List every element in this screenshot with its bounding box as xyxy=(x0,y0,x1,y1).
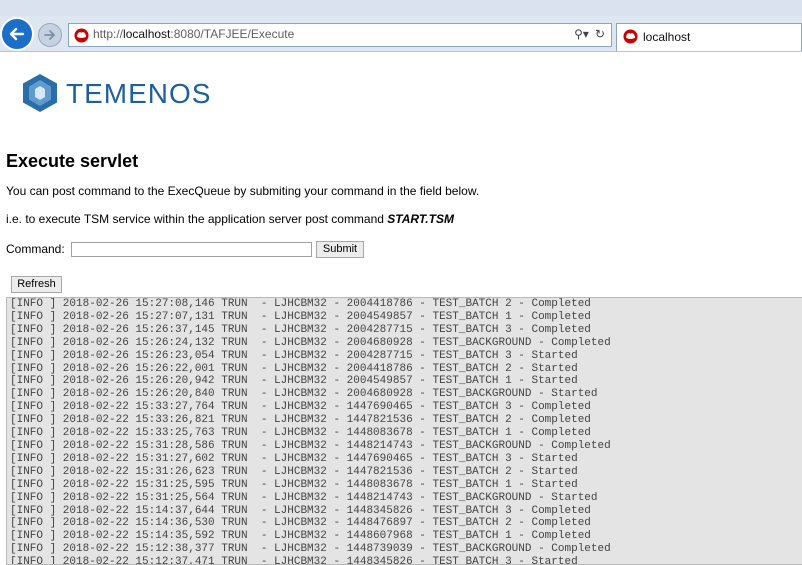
example-text: i.e. to execute TSM service within the a… xyxy=(6,212,454,226)
address-bar[interactable]: http://localhost:8080/TAFJEE/Execute ⚲▾ … xyxy=(68,23,612,47)
log-line: [INFO ] 2018-02-26 15:26:20,840 TRUN - L… xyxy=(10,388,598,401)
log-line: [INFO ] 2018-02-22 15:33:27,764 TRUN - L… xyxy=(10,401,591,414)
refresh-button[interactable]: Refresh xyxy=(11,276,62,293)
log-line: [INFO ] 2018-02-22 15:12:38,377 TRUN - L… xyxy=(10,543,611,556)
address-url[interactable]: http://localhost:8080/TAFJEE/Execute xyxy=(93,27,294,41)
page-title: Execute servlet xyxy=(6,151,139,171)
log-line: [INFO ] 2018-02-26 15:26:24,132 TRUN - L… xyxy=(10,336,611,349)
url-prefix: http:// xyxy=(93,27,124,41)
address-bar-icons: ⚲▾ ↻ xyxy=(574,27,605,41)
log-line: [INFO ] 2018-02-26 15:27:07,131 TRUN - L… xyxy=(10,310,591,323)
log-line: [INFO ] 2018-02-22 15:33:25,763 TRUN - L… xyxy=(10,427,591,440)
browser-chrome: http://localhost:8080/TAFJEE/Execute ⚲▾ … xyxy=(0,0,802,52)
log-line: [INFO ] 2018-02-22 15:14:37,644 TRUN - L… xyxy=(10,504,591,517)
url-host: localhost xyxy=(123,27,171,41)
brand-name: TEMENOS xyxy=(66,78,212,109)
log-line: [INFO ] 2018-02-22 15:12:37,471 TRUN - L… xyxy=(10,556,578,565)
forward-button[interactable] xyxy=(38,23,62,47)
log-line: [INFO ] 2018-02-22 15:33:26,821 TRUN - L… xyxy=(10,414,591,427)
submit-button[interactable]: Submit xyxy=(316,241,364,258)
redhat-favicon-icon xyxy=(74,28,89,43)
log-output[interactable]: [INFO ] 2018-02-26 15:27:08,146 TRUN - L… xyxy=(6,297,802,565)
intro-text: You can post command to the ExecQueue by… xyxy=(6,184,480,198)
log-line: [INFO ] 2018-02-22 15:14:35,592 TRUN - L… xyxy=(10,530,591,543)
back-arrow-icon xyxy=(9,27,25,41)
log-line: [INFO ] 2018-02-26 15:26:23,054 TRUN - L… xyxy=(10,349,578,362)
search-icon[interactable]: ⚲▾ xyxy=(574,27,589,41)
log-line: [INFO ] 2018-02-26 15:27:08,146 TRUN - L… xyxy=(10,298,591,310)
temenos-logo-icon xyxy=(23,74,57,112)
command-label: Command: xyxy=(6,242,65,256)
log-line: [INFO ] 2018-02-26 15:26:20,942 TRUN - L… xyxy=(10,375,578,388)
forward-arrow-icon xyxy=(44,30,55,40)
example-prefix: i.e. to execute TSM service within the a… xyxy=(6,212,388,226)
refresh-icon[interactable]: ↻ xyxy=(595,27,605,41)
browser-top-strip xyxy=(0,0,802,16)
redhat-favicon-icon xyxy=(623,29,638,44)
log-line: [INFO ] 2018-02-22 15:31:25,595 TRUN - L… xyxy=(10,478,578,491)
log-line: [INFO ] 2018-02-22 15:31:26,623 TRUN - L… xyxy=(10,465,578,478)
back-button[interactable] xyxy=(0,17,34,51)
url-rest: :8080/TAFJEE/Execute xyxy=(170,27,295,41)
command-input[interactable] xyxy=(71,242,312,257)
log-line: [INFO ] 2018-02-22 15:31:28,586 TRUN - L… xyxy=(10,439,611,452)
log-line: [INFO ] 2018-02-22 15:31:25,564 TRUN - L… xyxy=(10,491,598,504)
log-line: [INFO ] 2018-02-22 15:14:36,530 TRUN - L… xyxy=(10,517,591,530)
browser-tab[interactable]: localhost xyxy=(616,23,802,51)
tab-title: localhost xyxy=(643,30,691,44)
example-command: START.TSM xyxy=(387,212,454,226)
log-line: [INFO ] 2018-02-26 15:26:22,001 TRUN - L… xyxy=(10,362,578,375)
log-line: [INFO ] 2018-02-26 15:26:37,145 TRUN - L… xyxy=(10,323,591,336)
log-line: [INFO ] 2018-02-22 15:31:27,602 TRUN - L… xyxy=(10,452,578,465)
